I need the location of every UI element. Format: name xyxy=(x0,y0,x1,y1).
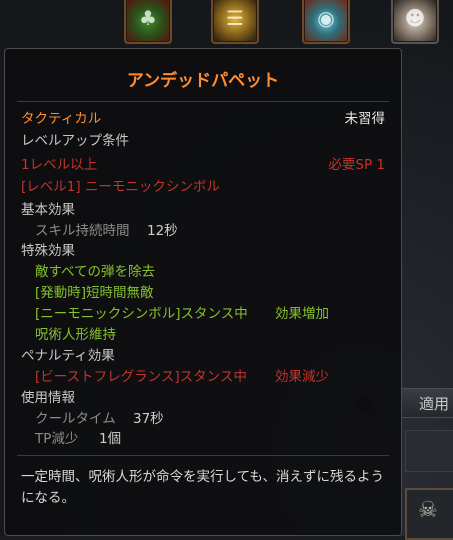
apply-button[interactable]: 適用 xyxy=(400,388,453,418)
gold-skill-icon[interactable]: ☰ xyxy=(211,0,259,44)
basic-effect-heading: 基本効果 xyxy=(21,202,75,218)
skill-requirement: [レベル1] ニーモニックシンボル xyxy=(21,179,220,195)
tp-label: TP減少 xyxy=(35,431,79,447)
special-effect-item: 敵すべての弾を除去 xyxy=(35,264,156,280)
pot-skill-icon[interactable]: ◉ xyxy=(302,0,350,44)
mask-skill-icon[interactable]: ☻ xyxy=(391,0,439,44)
special-effect-item: 呪術人形維持 xyxy=(35,327,116,343)
duration-value: 12秒 xyxy=(147,223,178,239)
tp-value: 1個 xyxy=(99,431,122,447)
skill-icon-row: ♣ ☰ ◉ ☻ xyxy=(0,0,453,44)
duration-label: スキル持続時間 xyxy=(35,223,130,239)
special-effect-modifier: 効果増加 xyxy=(275,306,329,322)
skill-type: タクティカル xyxy=(21,111,102,127)
level-requirement: 1レベル以上 xyxy=(21,157,98,173)
divider xyxy=(17,101,389,102)
levelup-heading: レベルアップ条件 xyxy=(21,133,129,149)
skill-name: アンデッドパペット xyxy=(126,71,280,91)
penalty-modifier: 効果減少 xyxy=(275,369,329,385)
sp-requirement: 必要SP 1 xyxy=(328,157,385,173)
special-effect-heading: 特殊効果 xyxy=(21,243,75,259)
mask-icon: ☠ xyxy=(418,498,438,523)
cooldown-label: クールタイム xyxy=(35,411,116,427)
penalty-item: [ビーストフレグランス]スタンス中 xyxy=(35,369,247,385)
usage-heading: 使用情報 xyxy=(21,390,75,406)
divider xyxy=(17,455,389,456)
special-effect-item: [ニーモニックシンボル]スタンス中 xyxy=(35,306,248,322)
special-effect-item: [発動時]短時間無敵 xyxy=(35,285,154,301)
learn-status: 未習得 xyxy=(344,111,386,127)
plant-skill-icon[interactable]: ♣ xyxy=(124,0,172,44)
background-slot xyxy=(405,430,453,472)
skill-description: 一定時間、呪術人形が命令を実行しても、消えずに残るようになる。 xyxy=(21,469,385,506)
penalty-heading: ペナルティ効果 xyxy=(21,348,115,364)
cooldown-value: 37秒 xyxy=(133,411,164,427)
skill-tooltip: アンデッドパペット タクティカル 未習得 レベルアップ条件 1レベル以上 必要S… xyxy=(4,48,402,536)
